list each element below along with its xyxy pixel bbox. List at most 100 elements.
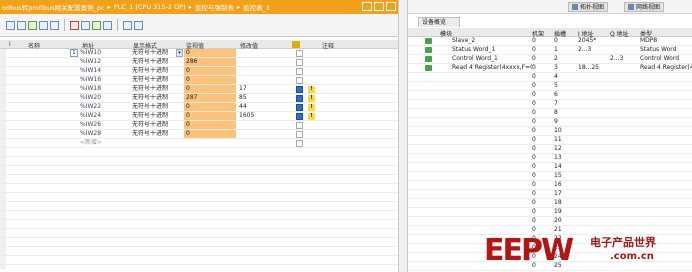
table-row[interactable]: %IW24 无符号十进制 0 1605! [0, 112, 398, 121]
i-address-cell[interactable] [578, 73, 610, 81]
module-cell[interactable]: Slave_2 [452, 37, 532, 45]
module-cell[interactable] [452, 235, 532, 243]
module-cell[interactable] [452, 217, 532, 225]
i-address-cell[interactable]: 2...3 [578, 46, 610, 54]
q-address-cell[interactable] [610, 226, 640, 234]
device-row[interactable]: 0 23 [408, 244, 692, 253]
modify-checkbox[interactable] [296, 58, 303, 66]
module-cell[interactable] [452, 226, 532, 234]
i-address-cell[interactable] [578, 226, 610, 234]
device-row[interactable]: 0 24 [408, 253, 692, 262]
table-row[interactable]: %IW16 无符号十进制 0 [0, 76, 398, 85]
table-row[interactable]: %IW26 无符号十进制 0 [0, 121, 398, 130]
q-address-cell[interactable] [610, 154, 640, 162]
device-row[interactable]: 0 21 [408, 226, 692, 235]
modify-checkbox[interactable] [296, 67, 303, 75]
insert-row-icon[interactable] [6, 20, 15, 30]
monitor-icon[interactable] [28, 20, 37, 30]
module-cell[interactable] [452, 181, 532, 189]
q-address-cell[interactable] [610, 172, 640, 180]
q-address-cell[interactable] [610, 127, 640, 135]
q-address-cell[interactable] [610, 46, 640, 54]
q-address-cell[interactable] [610, 163, 640, 171]
modify-checkbox[interactable] [296, 112, 303, 120]
modify-value-cell[interactable] [238, 67, 290, 75]
module-cell[interactable] [452, 91, 532, 99]
address-cell[interactable]: %IW22 [80, 103, 130, 111]
device-row[interactable]: 0 25 [408, 262, 692, 271]
address-cell[interactable]: %IW10 [80, 49, 130, 57]
new-row[interactable]: <新增> [0, 139, 398, 148]
module-cell[interactable] [452, 163, 532, 171]
q-address-cell[interactable] [610, 82, 640, 90]
display-format-icon[interactable] [39, 20, 48, 30]
q-address-cell[interactable] [610, 37, 640, 45]
modify-value-cell[interactable] [238, 121, 290, 129]
i-address-cell[interactable] [578, 199, 610, 207]
device-row[interactable]: 0 11 [408, 136, 692, 145]
i-address-cell[interactable] [578, 181, 610, 189]
device-row[interactable]: 0 17 [408, 190, 692, 199]
device-row[interactable]: 0 15 [408, 172, 692, 181]
i-address-cell[interactable] [578, 109, 610, 117]
q-address-cell[interactable] [610, 217, 640, 225]
i-address-cell[interactable] [578, 262, 610, 270]
row-selector[interactable]: 1 [70, 49, 78, 57]
module-cell[interactable]: Read 4 Register(4xxxx,F=03... [452, 64, 532, 72]
q-address-cell[interactable] [610, 262, 640, 270]
device-row[interactable]: 06 [408, 91, 692, 100]
q-address-cell[interactable] [610, 145, 640, 153]
device-row[interactable]: 0 18 [408, 199, 692, 208]
module-cell[interactable]: Status Word_1 [452, 46, 532, 54]
breadcrumb-item-watch-tables[interactable]: 监控与强制表 [195, 2, 234, 12]
modify-checkbox[interactable] [296, 76, 303, 84]
modify-trigger-icon[interactable] [81, 20, 90, 30]
collapse-icon[interactable] [134, 20, 143, 30]
modify-value-cell[interactable]: 1605 [238, 112, 290, 120]
modify-checkbox[interactable] [296, 130, 303, 138]
format-cell[interactable]: 无符号十进制 [132, 94, 184, 102]
modify-checkbox[interactable] [296, 49, 303, 57]
table-row[interactable]: %IW22 无符号十进制 0 44! [0, 103, 398, 112]
format-cell[interactable]: 无符号十进制 [132, 67, 184, 75]
network-view-button[interactable]: 网络视图 [624, 2, 665, 12]
modify-value-cell[interactable]: 44 [238, 103, 290, 111]
i-address-cell[interactable] [578, 190, 610, 198]
panel-splitter[interactable] [398, 0, 408, 272]
q-address-cell[interactable] [610, 91, 640, 99]
module-cell[interactable] [452, 118, 532, 126]
modify-value-cell[interactable] [238, 49, 290, 57]
table-row[interactable]: 1 %IW10 无符号十进制 ▾ 0 [0, 49, 398, 58]
device-row[interactable]: Read 4 Register(4xxxx,F=03...0 3 18...25 Re… [408, 64, 692, 73]
breadcrumb-item-watch-table[interactable]: 监控表_1 [243, 2, 270, 12]
i-address-cell[interactable] [578, 235, 610, 243]
module-cell[interactable] [452, 73, 532, 81]
device-row[interactable]: 08 [408, 109, 692, 118]
i-address-cell[interactable]: 2045* [578, 37, 610, 45]
i-address-cell[interactable] [578, 100, 610, 108]
q-address-cell[interactable] [610, 244, 640, 252]
q-address-cell[interactable]: 2...3 [610, 55, 640, 63]
modify-value-cell[interactable] [238, 130, 290, 138]
monitor-once-icon[interactable] [103, 20, 112, 30]
new-row-label[interactable]: <新增> [80, 139, 130, 147]
modify-value-cell[interactable] [238, 76, 290, 84]
address-cell[interactable]: %IW28 [80, 130, 130, 138]
module-cell[interactable] [452, 172, 532, 180]
q-address-cell[interactable] [610, 100, 640, 108]
i-address-cell[interactable] [578, 82, 610, 90]
address-cell[interactable]: %IW16 [80, 76, 130, 84]
modify-value-cell[interactable]: 17 [238, 85, 290, 93]
module-cell[interactable] [452, 100, 532, 108]
table-row[interactable]: %IW18 无符号十进制 0 17! [0, 85, 398, 94]
address-cell[interactable]: %IW12 [80, 58, 130, 66]
format-cell[interactable]: 无符号十进制 [132, 112, 184, 120]
address-cell[interactable]: %IW20 [80, 94, 130, 102]
table-row[interactable]: %IW28 无符号十进制 0 [0, 130, 398, 139]
address-cell[interactable]: %IW18 [80, 85, 130, 93]
module-cell[interactable] [452, 244, 532, 252]
device-row[interactable]: 04 [408, 73, 692, 82]
q-address-cell[interactable] [610, 73, 640, 81]
module-cell[interactable] [452, 82, 532, 90]
modify-checkbox[interactable] [296, 121, 303, 129]
